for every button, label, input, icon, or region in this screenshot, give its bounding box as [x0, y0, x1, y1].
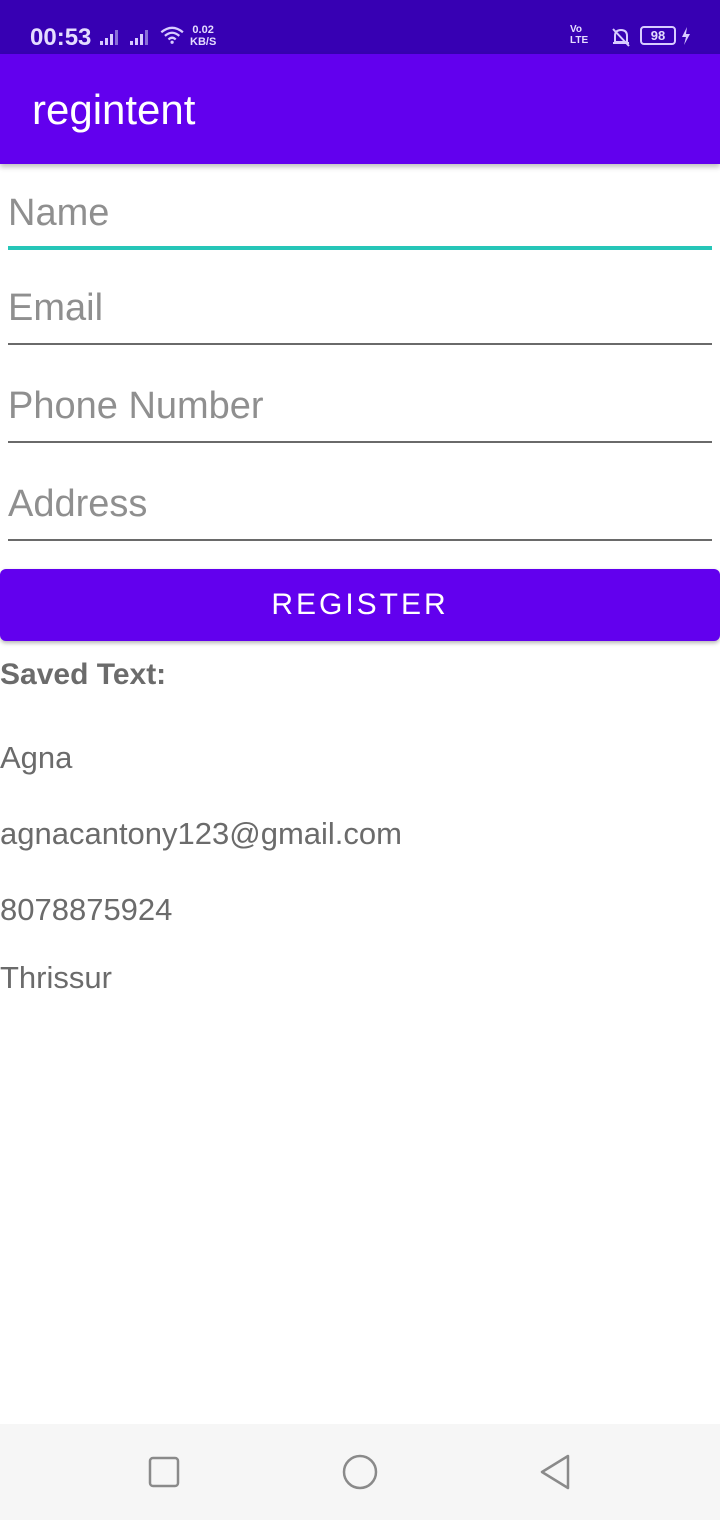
- wifi-icon: [160, 26, 184, 44]
- email-input[interactable]: [8, 275, 712, 341]
- name-underline: [8, 246, 712, 250]
- home-circle-icon[interactable]: [340, 1452, 380, 1492]
- volte-top: Vo: [570, 24, 583, 35]
- saved-email: agnacantony123@gmail.com: [0, 816, 402, 851]
- saved-phone: 8078875924: [0, 892, 173, 927]
- network-speed-value: 0.02: [192, 24, 214, 36]
- address-input[interactable]: [8, 471, 712, 537]
- navigation-bar: [0, 1424, 720, 1520]
- network-speed-unit: KB/S: [190, 36, 217, 48]
- phone-field-container: [8, 373, 712, 443]
- battery-icon: 98: [640, 26, 676, 45]
- bell-muted-icon: [612, 28, 630, 47]
- volte-bottom: LTE: [570, 35, 589, 46]
- signal-icon: [100, 30, 118, 45]
- address-underline: [8, 539, 712, 541]
- phone-underline: [8, 441, 712, 443]
- app-title: regintent: [32, 86, 196, 133]
- saved-name: Agna: [0, 740, 73, 775]
- network-speed: 0.02 KB/S: [190, 24, 216, 48]
- app-bar: regintent: [0, 54, 720, 164]
- name-field-container: [8, 180, 712, 250]
- volte-indicator: Vo LTE: [570, 24, 588, 46]
- recents-square-icon[interactable]: [144, 1452, 184, 1492]
- email-field-container: [8, 275, 712, 345]
- phone-input[interactable]: [8, 373, 712, 439]
- email-underline: [8, 343, 712, 345]
- status-bar: 00:53 0.02 KB/S Vo LTE 98: [0, 0, 720, 54]
- name-input[interactable]: [8, 180, 712, 246]
- charging-icon: [682, 27, 690, 45]
- address-field-container: [8, 471, 712, 541]
- back-triangle-icon[interactable]: [536, 1452, 576, 1492]
- saved-text-heading: Saved Text:: [0, 658, 167, 691]
- signal-icon: [130, 30, 148, 45]
- register-button[interactable]: REGISTER: [0, 569, 720, 641]
- screen: 00:53 0.02 KB/S Vo LTE 98 regintent Name…: [0, 0, 720, 1520]
- saved-address: Thrissur: [0, 960, 112, 995]
- status-time: 00:53: [30, 24, 92, 51]
